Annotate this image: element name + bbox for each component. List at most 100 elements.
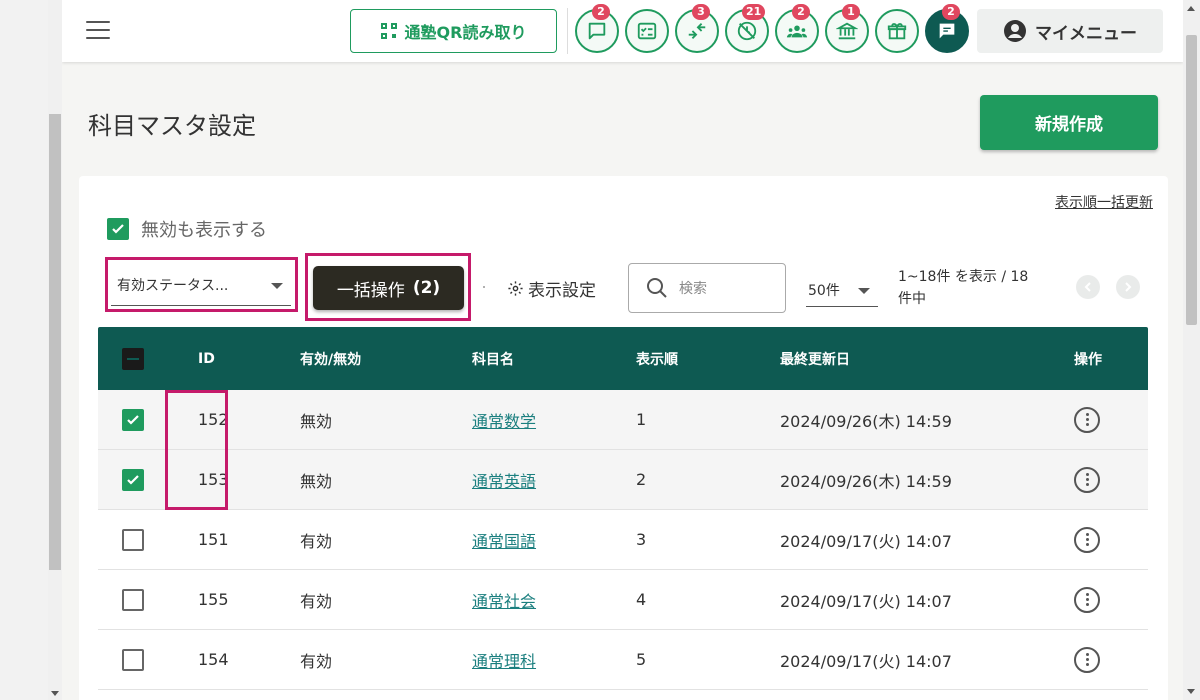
row-name-cell: 通常社会 (472, 570, 536, 629)
row-checkbox[interactable] (122, 468, 144, 491)
more-options-icon[interactable] (1074, 646, 1100, 673)
qr-scan-button-label: 通塾QR読み取り (404, 23, 527, 42)
check-icon (112, 224, 124, 234)
caret-down-icon (858, 288, 870, 294)
message-button[interactable]: 2 (925, 4, 969, 53)
status-filter-select[interactable]: 有効ステータス... (111, 264, 291, 306)
row-select-cell (122, 630, 144, 689)
show-invalid-label: 無効も表示する (141, 220, 267, 241)
row-checkbox[interactable] (122, 648, 144, 671)
row-name-cell: 通常理科 (472, 630, 536, 689)
row-actions-cell (1074, 390, 1100, 449)
left-scroll-down-arrow-icon[interactable] (51, 691, 59, 696)
table-header: ID 有効/無効 科目名 表示順 最終更新日 操作 (98, 327, 1148, 390)
row-select-cell (122, 390, 144, 449)
row-id: 155 (198, 590, 229, 609)
right-scrollbar[interactable] (1183, 0, 1200, 700)
right-scrollbar-thumb[interactable] (1186, 35, 1197, 325)
gift-button[interactable] (875, 9, 919, 53)
status-filter-value: 有効ステータス... (117, 277, 229, 294)
bank-button[interactable]: 1 (825, 4, 869, 53)
row-id: 151 (198, 530, 229, 549)
no-clock-badge: 21 (742, 4, 766, 20)
merge-button[interactable]: 3 (675, 4, 719, 53)
row-checkbox[interactable] (122, 528, 144, 551)
subject-table: ID 有効/無効 科目名 表示順 最終更新日 操作 152 無効 通常数学 1 2024… (98, 327, 1148, 690)
group-button[interactable]: 2 (775, 4, 819, 53)
subject-name-link[interactable]: 通常英語 (472, 468, 536, 492)
check-icon (127, 474, 139, 485)
page-title: 科目マスタ設定 (88, 112, 256, 140)
header-status[interactable]: 有効/無効 (300, 327, 361, 390)
group-icon (786, 25, 808, 38)
row-name-cell: 通常数学 (472, 390, 536, 449)
select-all-cell (122, 327, 144, 390)
qr-scan-button[interactable]: 通塾QR読み取り (350, 9, 557, 53)
header-id[interactable]: ID (198, 327, 215, 390)
header-name[interactable]: 科目名 (472, 327, 514, 390)
select-all-checkbox[interactable] (122, 347, 144, 370)
chevron-right-icon (1125, 282, 1132, 292)
row-order: 5 (636, 650, 647, 669)
table-row: 155 有効 通常社会 4 2024/09/17(火) 14:07 (98, 570, 1148, 630)
prev-page-button[interactable] (1076, 275, 1100, 299)
row-updated: 2024/09/26(木) 14:59 (780, 471, 952, 491)
gear-icon (508, 281, 523, 296)
row-order: 4 (636, 590, 647, 609)
row-order: 1 (636, 410, 647, 429)
show-invalid-toggle[interactable]: 無効も表示する (107, 216, 267, 242)
row-updated: 2024/09/17(火) 14:07 (780, 591, 952, 611)
bulk-order-update-link[interactable]: 表示順一括更新 (1055, 192, 1153, 212)
subject-name-link[interactable]: 通常国語 (472, 528, 536, 552)
account-icon (1004, 20, 1026, 42)
group-badge: 2 (792, 4, 810, 20)
left-scrollbar[interactable] (48, 0, 62, 700)
more-options-icon[interactable] (1074, 586, 1100, 613)
header-updated[interactable]: 最終更新日 (780, 327, 850, 390)
bank-icon (836, 22, 858, 40)
merge-badge: 3 (692, 4, 710, 20)
more-options-icon[interactable] (1074, 406, 1100, 433)
chat-badge: 2 (592, 4, 610, 20)
left-scrollbar-thumb[interactable] (49, 114, 61, 570)
checklist-button[interactable] (625, 9, 669, 53)
subject-name-link[interactable]: 通常理科 (472, 648, 536, 672)
caret-down-icon (271, 283, 283, 289)
per-page-select[interactable]: 50件 (806, 273, 878, 307)
subject-list-card: 表示順一括更新 無効も表示する 有効ステータス... 一括操作 (2) 表示設定… (79, 176, 1168, 700)
top-bar: 通塾QR読み取り 2 3 21 2 1 2 マイメニュー (62, 0, 1183, 62)
row-checkbox[interactable] (122, 408, 144, 431)
subject-name-link[interactable]: 通常社会 (472, 588, 536, 612)
app-window: 通塾QR読み取り 2 3 21 2 1 2 マイメニュー 科目マスタ設定 新規作… (62, 0, 1183, 700)
subject-name-link[interactable]: 通常数学 (472, 408, 536, 432)
table-row: 153 無効 通常英語 2 2024/09/26(木) 14:59 (98, 450, 1148, 510)
checklist-icon (637, 22, 657, 40)
more-options-icon[interactable] (1074, 526, 1100, 553)
no-clock-button[interactable]: 21 (725, 4, 769, 53)
gift-icon (887, 23, 907, 40)
scroll-up-arrow-icon[interactable] (1187, 6, 1195, 11)
row-select-cell (122, 450, 144, 509)
row-checkbox[interactable] (122, 588, 144, 611)
my-menu-button[interactable]: マイメニュー (977, 9, 1163, 53)
row-updated: 2024/09/17(火) 14:07 (780, 531, 952, 551)
next-page-button[interactable] (1116, 275, 1140, 299)
row-status: 有効 (300, 531, 333, 551)
search-placeholder: 検索 (679, 281, 707, 297)
bulk-action-button[interactable]: 一括操作 (2) (313, 266, 464, 310)
more-options-icon[interactable] (1074, 466, 1100, 493)
show-invalid-checkbox[interactable] (107, 218, 129, 240)
row-status: 無効 (300, 471, 333, 491)
new-create-button[interactable]: 新規作成 (980, 95, 1158, 150)
chat-button[interactable]: 2 (575, 4, 619, 53)
display-settings-button[interactable]: 表示設定 (507, 276, 596, 301)
hamburger-menu-icon[interactable] (86, 21, 110, 41)
table-row: 152 無効 通常数学 1 2024/09/26(木) 14:59 (98, 390, 1148, 450)
scroll-down-arrow-icon[interactable] (1187, 689, 1195, 694)
row-actions-cell (1074, 510, 1100, 569)
header-order[interactable]: 表示順 (636, 327, 678, 390)
no-clock-icon (737, 21, 757, 41)
search-input[interactable]: 検索 (628, 263, 786, 313)
message-badge: 2 (942, 4, 960, 20)
separator-dot (483, 286, 485, 288)
